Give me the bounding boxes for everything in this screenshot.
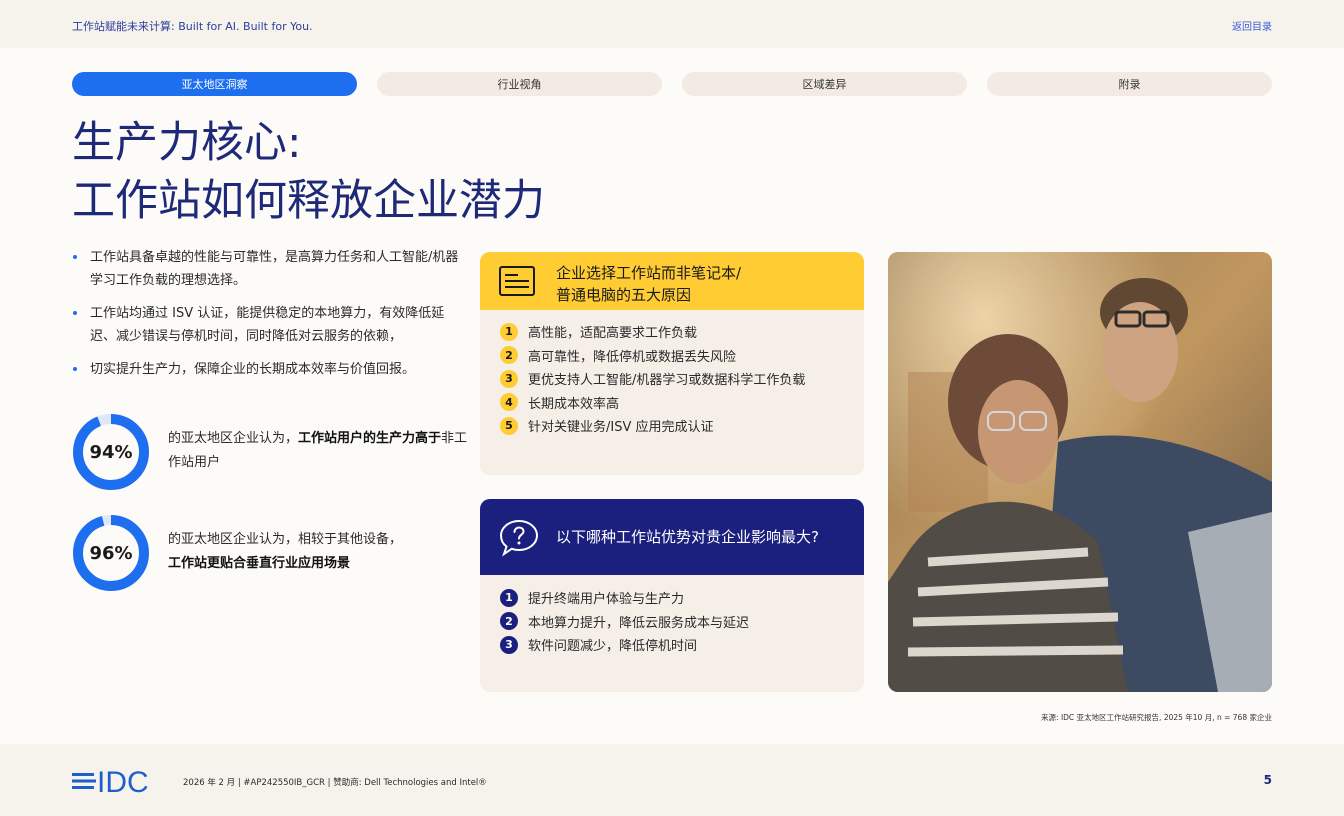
tab-appendix[interactable]: 附录: [987, 72, 1272, 96]
footer-meta: 2026 年 2 月 | #AP242550IB_GCR | 赞助商: Dell…: [183, 778, 487, 788]
reasons-list: 1 高性能，适配高要求工作负载 2 高可靠性，降低停机或数据丢失风险 3 更优支持人工…: [500, 320, 805, 438]
number-badge: 2: [500, 612, 518, 631]
logo-text: IDC: [97, 766, 149, 796]
question-bubble-icon: [499, 519, 539, 557]
stat-94: 94% 的亚太地区企业认为，工作站用户的生产力高于非工作站用户: [72, 413, 472, 493]
stat-description: 的亚太地区企业认为，相较于其他设备， 工作站更贴合垂直行业应用场景: [168, 528, 468, 576]
photo-illustration: [888, 252, 1272, 692]
number-badge: 5: [500, 416, 518, 435]
card-title: 企业选择工作站而非笔记本/ 普通电脑的五大原因: [556, 262, 741, 306]
stat-text-pre: 的亚太地区企业认为，相较于其他设备，: [168, 532, 403, 547]
list-item-text: 高可靠性，降低停机或数据丢失风险: [528, 349, 737, 365]
stat-text-pre: 的亚太地区企业认为，: [168, 431, 299, 446]
stat-value: 96%: [89, 542, 133, 564]
list-item-text: 长期成本效率高: [528, 396, 620, 412]
stat-text-bold: 工作站更贴合垂直行业应用场景: [168, 556, 351, 571]
number-badge: 3: [500, 369, 518, 388]
list-item: 5 针对关键业务/ISV 应用完成认证: [500, 414, 805, 438]
page-title-line2: 工作站如何释放企业潜力: [72, 176, 545, 226]
list-item: 1 高性能，适配高要求工作负载: [500, 320, 805, 344]
bullet-item: 工作站均通过 ISV 认证，能提供稳定的本地算力，有效降低延迟、减少错误与停机时…: [72, 302, 462, 348]
bullet-list: 工作站具备卓越的性能与可靠性，是高算力任务和人工智能/机器学习工作负载的理想选择…: [72, 246, 462, 391]
stat-description: 的亚太地区企业认为，工作站用户的生产力高于非工作站用户: [168, 427, 468, 475]
card-header: 企业选择工作站而非笔记本/ 普通电脑的五大原因: [480, 252, 864, 310]
tab-industry-view[interactable]: 行业视角: [377, 72, 662, 96]
five-reasons-card: 企业选择工作站而非笔记本/ 普通电脑的五大原因 1 高性能，适配高要求工作负载 2…: [480, 252, 864, 475]
list-item-text: 软件问题减少，降低停机时间: [528, 639, 698, 655]
bullet-item: 切实提升生产力，保障企业的长期成本效率与价值回报。: [72, 358, 462, 381]
stat-text-bold: 工作站用户的生产力高于: [298, 431, 442, 446]
stat-value: 94%: [89, 441, 133, 463]
bullet-item: 工作站具备卓越的性能与可靠性，是高算力任务和人工智能/机器学习工作负载的理想选择…: [72, 246, 462, 292]
list-item: 3 软件问题减少，降低停机时间: [500, 633, 749, 657]
list-item-text: 高性能，适配高要求工作负载: [528, 326, 698, 342]
tab-apac-insights[interactable]: 亚太地区洞察: [72, 72, 357, 96]
list-item: 2 高可靠性，降低停机或数据丢失风险: [500, 344, 805, 368]
list-item-text: 提升终端用户体验与生产力: [528, 592, 685, 608]
list-item: 2 本地算力提升，降低云服务成本与延迟: [500, 610, 749, 634]
card-title-line2: 普通电脑的五大原因: [556, 286, 692, 304]
number-badge: 1: [500, 322, 518, 341]
page-title: 生产力核心: 工作站如何释放企业潜力: [72, 114, 545, 230]
tab-regional-differences[interactable]: 区域差异: [682, 72, 967, 96]
section-tabs: 亚太地区洞察 行业视角 区域差异 附录: [72, 72, 1272, 96]
header-tagline: 工作站赋能未来计算: Built for AI. Built for You.: [72, 20, 313, 33]
stat-96: 96% 的亚太地区企业认为，相较于其他设备， 工作站更贴合垂直行业应用场景: [72, 514, 472, 594]
number-badge: 4: [500, 393, 518, 412]
card-title: 以下哪种工作站优势对贵企业影响最大?: [556, 528, 819, 546]
impact-list: 1 提升终端用户体验与生产力 2 本地算力提升，降低云服务成本与延迟 3 软件问题减少…: [500, 586, 749, 657]
idc-logo: IDC: [72, 766, 149, 796]
list-item: 4 长期成本效率高: [500, 391, 805, 415]
impact-question-card: 以下哪种工作站优势对贵企业影响最大? 1 提升终端用户体验与生产力 2 本地算力提升…: [480, 499, 864, 692]
number-badge: 3: [500, 635, 518, 654]
number-badge: 2: [500, 346, 518, 365]
office-photo: [888, 252, 1272, 692]
card-title-line1: 企业选择工作站而非笔记本/: [556, 264, 742, 282]
source-note: 来源: IDC 亚太地区工作站研究报告, 2025 年10 月, n = 768…: [1041, 713, 1272, 722]
card-header: 以下哪种工作站优势对贵企业影响最大?: [480, 499, 864, 575]
page-title-line1: 生产力核心:: [72, 118, 302, 168]
page-number: 5: [1263, 773, 1272, 787]
list-item-text: 针对关键业务/ISV 应用完成认证: [528, 420, 714, 436]
list-item: 1 提升终端用户体验与生产力: [500, 586, 749, 610]
number-badge: 1: [500, 588, 518, 607]
back-to-contents-link[interactable]: 返回目录: [1232, 18, 1272, 33]
list-item-text: 更优支持人工智能/机器学习或数据科学工作负载: [528, 373, 806, 389]
list-item: 3 更优支持人工智能/机器学习或数据科学工作负载: [500, 367, 805, 391]
list-item-text: 本地算力提升，降低云服务成本与延迟: [528, 615, 750, 631]
document-icon: [499, 266, 535, 296]
